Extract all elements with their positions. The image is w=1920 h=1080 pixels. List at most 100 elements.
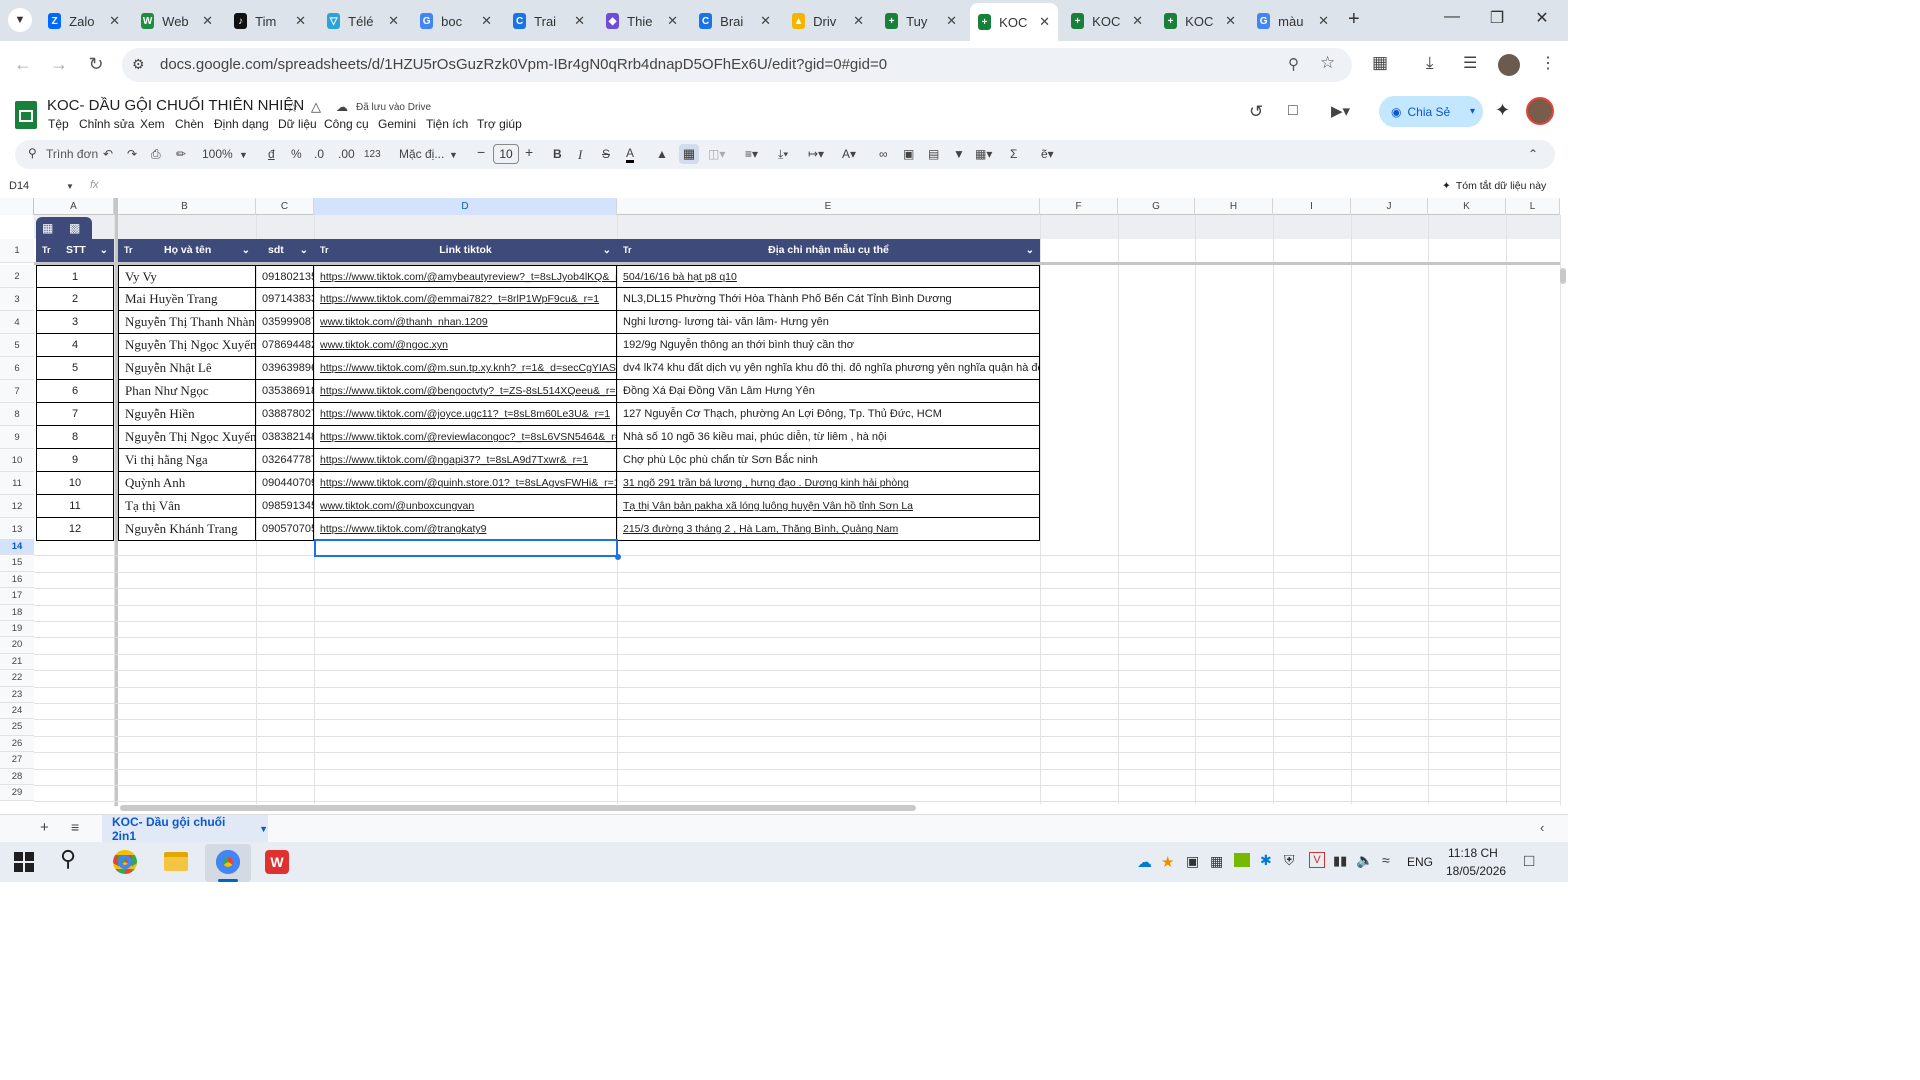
table-cell-link[interactable]: https://www.tiktok.com/@trangkaty9: [314, 518, 617, 541]
table-cell-name[interactable]: Nguyễn Thị Ngọc Xuyến: [118, 426, 256, 449]
browser-tab[interactable]: C Brai ✕: [691, 6, 779, 36]
table-cell-name[interactable]: Phan Như Ngọc: [118, 380, 256, 403]
table-cell-name[interactable]: Vy Vy: [118, 265, 256, 288]
collapse-sidepanel-icon[interactable]: ‹: [1540, 820, 1544, 835]
menu-item[interactable]: Công cụ: [324, 117, 369, 131]
row-header[interactable]: 7: [0, 380, 34, 403]
browser-tab[interactable]: ◆ Thie ✕: [598, 6, 686, 36]
column-header[interactable]: G: [1118, 198, 1195, 215]
filter-icon[interactable]: ▼: [953, 147, 965, 161]
select-all-corner[interactable]: [0, 198, 34, 215]
column-header[interactable]: C: [256, 198, 314, 215]
security-icon[interactable]: ⛨: [1284, 852, 1295, 869]
decrease-decimal[interactable]: .0: [314, 147, 324, 161]
vertical-align-icon[interactable]: ⤓▾: [778, 147, 788, 162]
notifications-icon[interactable]: □: [1524, 851, 1534, 871]
row-header[interactable]: 13: [0, 518, 34, 541]
zoom-dropdown-icon[interactable]: ▼: [239, 150, 248, 160]
table-cell-name[interactable]: Nguyễn Khánh Trang: [118, 518, 256, 541]
row-header[interactable]: 17: [0, 588, 34, 605]
profile-avatar[interactable]: [1498, 54, 1520, 76]
row-header[interactable]: 25: [0, 719, 34, 736]
fill-color-icon[interactable]: ▲: [656, 147, 668, 161]
more-formats[interactable]: 123: [364, 149, 381, 160]
menu-item[interactable]: Trợ giúp: [477, 117, 522, 131]
table-header-phone[interactable]: sdt ⌄: [256, 239, 314, 262]
browser-tab[interactable]: Gboc ✕: [412, 6, 500, 36]
text-color-button[interactable]: A: [626, 147, 635, 163]
table-cell-link[interactable]: https://www.tiktok.com/@emmai782?_t=8rlP…: [314, 288, 617, 311]
row-header[interactable]: 18: [0, 604, 34, 621]
vertical-scrollbar-thumb[interactable]: [1560, 268, 1566, 284]
table-cell-stt[interactable]: 9: [36, 449, 114, 472]
search-menus[interactable]: Trình đơn: [46, 147, 98, 161]
print-icon[interactable]: ⎙: [151, 147, 161, 162]
table-cell-phone[interactable]: 039639896: [256, 357, 314, 380]
table-cell-phone[interactable]: 038382148: [256, 426, 314, 449]
table-cell-link[interactable]: https://www.tiktok.com/@m.sun.tp.xy.knh?…: [314, 357, 617, 380]
row-header[interactable]: 9: [0, 426, 34, 449]
font-dropdown-icon[interactable]: ▼: [449, 150, 458, 160]
tab-close-icon[interactable]: ✕: [1132, 13, 1143, 29]
table-cell-link[interactable]: https://www.tiktok.com/@amybeautyreview?…: [314, 265, 617, 288]
row-header[interactable]: 3: [0, 288, 34, 311]
battery-icon[interactable]: ▮▮: [1333, 853, 1347, 869]
row-header[interactable]: 14: [0, 539, 34, 556]
formula-input[interactable]: [110, 176, 1420, 196]
table-cell-phone[interactable]: 038878027: [256, 403, 314, 426]
column-header[interactable]: E: [617, 198, 1040, 215]
table-cell-name[interactable]: Nguyễn Hiền: [118, 403, 256, 426]
account-avatar[interactable]: [1526, 97, 1554, 125]
language-indicator[interactable]: ENG: [1407, 855, 1433, 869]
insert-comment-icon[interactable]: ▣: [903, 147, 914, 161]
increase-decimal[interactable]: .00: [338, 147, 355, 161]
table-cell-address[interactable]: Đồng Xá Đại Đồng Văn Lâm Hưng Yên: [617, 380, 1040, 403]
browser-tab[interactable]: + KOC ✕: [1063, 6, 1151, 36]
row-header[interactable]: 6: [0, 357, 34, 380]
windows-start-icon[interactable]: [14, 852, 34, 872]
sheet-tab-active[interactable]: KOC- Dầu gội chuối 2in1 ▼: [102, 815, 268, 843]
menu-item[interactable]: Tiện ích: [426, 117, 468, 131]
table-header-stt[interactable]: Tr STT ⌄: [36, 239, 114, 262]
table-cell-address[interactable]: 215/3 đường 3 tháng 2 , Hà Lam, Thăng Bì…: [617, 518, 1040, 541]
download-icon[interactable]: ⤓: [1426, 53, 1434, 73]
font-size-increase-icon[interactable]: +: [525, 144, 533, 160]
table-cell-name[interactable]: Nguyễn Thị Thanh Nhàn: [118, 311, 256, 334]
table-header-name[interactable]: Tr Họ và tên ⌄: [118, 239, 256, 262]
menu-item[interactable]: Dữ liệu: [278, 117, 317, 131]
table-cell-phone[interactable]: 035999087: [256, 311, 314, 334]
selected-cell-d14[interactable]: [314, 539, 618, 557]
tab-close-icon[interactable]: ✕: [109, 13, 120, 29]
table-cell-phone[interactable]: 098591345: [256, 495, 314, 518]
row-header[interactable]: 5: [0, 334, 34, 357]
move-folder-icon[interactable]: △: [311, 99, 321, 115]
maximize-icon[interactable]: ❐: [1477, 8, 1517, 28]
browser-tab[interactable]: ▽ Télé ✕: [319, 6, 407, 36]
row-header[interactable]: 23: [0, 686, 34, 703]
row-header[interactable]: 27: [0, 752, 34, 769]
menu-item[interactable]: Gemini: [378, 117, 416, 131]
table-cell-link[interactable]: https://www.tiktok.com/@reviewlacongoc?_…: [314, 426, 617, 449]
table-cell-phone[interactable]: 097143833: [256, 288, 314, 311]
browser-tab[interactable]: + KOC ✕: [1156, 6, 1244, 36]
collapse-toolbar-icon[interactable]: ⌃: [1528, 147, 1538, 161]
table-cell-stt[interactable]: 12: [36, 518, 114, 541]
table-grid-icon[interactable]: ▦: [42, 221, 53, 235]
bookmark-star-icon[interactable]: ☆: [1320, 53, 1335, 73]
zoom-select[interactable]: 100%: [202, 147, 233, 161]
history-icon[interactable]: ↺: [1249, 102, 1263, 122]
header-dropdown-icon[interactable]: ⌄: [603, 239, 611, 262]
column-header[interactable]: I: [1273, 198, 1351, 215]
table-cell-phone[interactable]: 078694482: [256, 334, 314, 357]
table-cell-name[interactable]: Mai Huyền Trang: [118, 288, 256, 311]
taskbar-search-icon[interactable]: ⚲: [60, 846, 76, 872]
insert-link-icon[interactable]: ∞: [879, 147, 888, 161]
table-cell-name[interactable]: Quỳnh Anh: [118, 472, 256, 495]
media-icon[interactable]: ☰: [1463, 53, 1477, 73]
share-dropdown-icon[interactable]: ▾: [1470, 106, 1475, 117]
text-wrap-icon[interactable]: ↦▾: [808, 147, 824, 161]
browser-tab[interactable]: W Web ✕: [133, 6, 221, 36]
row-header[interactable]: 4: [0, 311, 34, 334]
strikethrough-button[interactable]: S: [602, 147, 610, 161]
row-header[interactable]: 1: [0, 239, 34, 263]
